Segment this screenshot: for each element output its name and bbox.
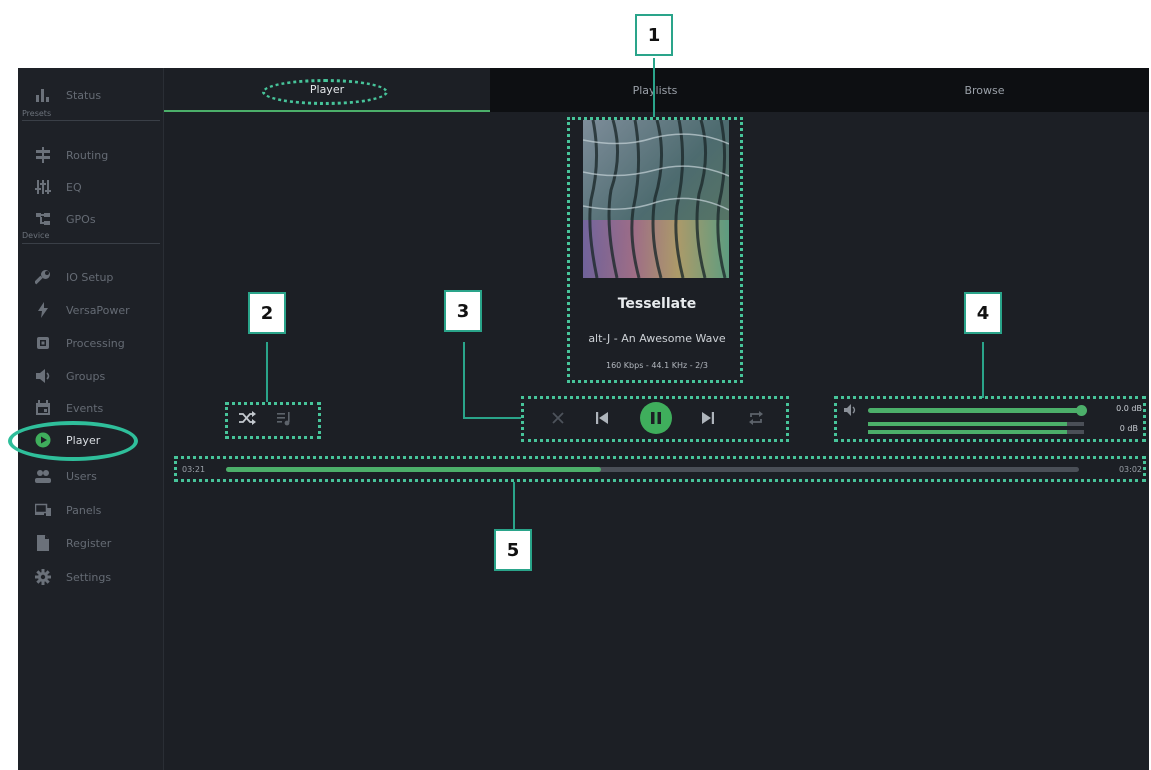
sidebar-item-label: Status <box>66 88 102 102</box>
annotation-box-2 <box>225 402 321 439</box>
callout-4: 4 <box>964 292 1002 334</box>
section-divider <box>22 120 160 121</box>
chip-icon <box>34 334 52 352</box>
sidebar-item-routing[interactable]: Routing <box>18 142 163 168</box>
sidebar: Status Presets Routing EQ GPOs Device IO… <box>18 68 164 770</box>
callout-line-4 <box>982 342 984 398</box>
sidebar-item-label: Register <box>66 536 112 550</box>
tab-browse[interactable]: Browse <box>820 68 1149 112</box>
calendar-icon <box>34 399 52 417</box>
sidebar-item-label: Routing <box>66 148 109 162</box>
sidebar-item-users[interactable]: Users <box>18 463 163 489</box>
section-label-device: Device <box>22 231 50 240</box>
wrench-icon <box>34 268 52 286</box>
sidebar-item-panels[interactable]: Panels <box>18 497 163 523</box>
sidebar-item-register[interactable]: Register <box>18 530 163 556</box>
sidebar-item-eq[interactable]: EQ <box>18 174 163 200</box>
callout-line-3b <box>463 417 521 419</box>
speaker-icon <box>34 367 52 385</box>
routing-icon <box>34 146 52 164</box>
sidebar-item-status[interactable]: Status <box>18 82 163 108</box>
sidebar-item-label: Users <box>66 469 97 483</box>
sidebar-item-versapower[interactable]: VersaPower <box>18 297 163 323</box>
tab-playlists[interactable]: Playlists <box>490 68 820 112</box>
panels-icon <box>34 501 52 519</box>
section-divider <box>22 243 160 244</box>
callout-2: 2 <box>248 292 286 334</box>
annotation-player-menu-oval <box>8 421 138 461</box>
gpo-icon <box>34 210 52 228</box>
sidebar-item-groups[interactable]: Groups <box>18 363 163 389</box>
sidebar-item-label: Processing <box>66 336 125 350</box>
callout-5: 5 <box>494 529 532 571</box>
sidebar-item-label: Panels <box>66 503 102 517</box>
callout-line-5 <box>513 482 515 530</box>
callout-3: 3 <box>444 290 482 332</box>
sidebar-item-processing[interactable]: Processing <box>18 330 163 356</box>
sidebar-item-gpos[interactable]: GPOs <box>18 206 163 232</box>
sidebar-item-label: Settings <box>66 570 112 584</box>
sidebar-item-label: Events <box>66 401 104 415</box>
sidebar-item-label: IO Setup <box>66 270 114 284</box>
annotation-box-4 <box>834 396 1146 442</box>
sidebar-item-label: EQ <box>66 180 82 194</box>
callout-line-1 <box>653 58 655 117</box>
sidebar-item-label: GPOs <box>66 212 96 226</box>
document-icon <box>34 534 52 552</box>
callout-line-3 <box>463 342 465 418</box>
lightning-icon <box>34 301 52 319</box>
annotation-player-tab-oval <box>262 79 388 105</box>
annotation-box-1 <box>567 117 743 383</box>
gear-icon <box>34 568 52 586</box>
callout-line-2 <box>266 342 268 402</box>
eq-sliders-icon <box>34 178 52 196</box>
sidebar-item-io-setup[interactable]: IO Setup <box>18 264 163 290</box>
sidebar-item-events[interactable]: Events <box>18 395 163 421</box>
section-label-presets: Presets <box>22 109 52 118</box>
users-icon <box>34 467 52 485</box>
bar-chart-icon <box>34 86 52 104</box>
sidebar-item-settings[interactable]: Settings <box>18 564 163 590</box>
annotation-box-5 <box>174 456 1146 482</box>
sidebar-item-label: VersaPower <box>66 303 130 317</box>
annotation-box-3 <box>521 396 789 442</box>
callout-1: 1 <box>635 14 673 56</box>
sidebar-item-label: Groups <box>66 369 106 383</box>
